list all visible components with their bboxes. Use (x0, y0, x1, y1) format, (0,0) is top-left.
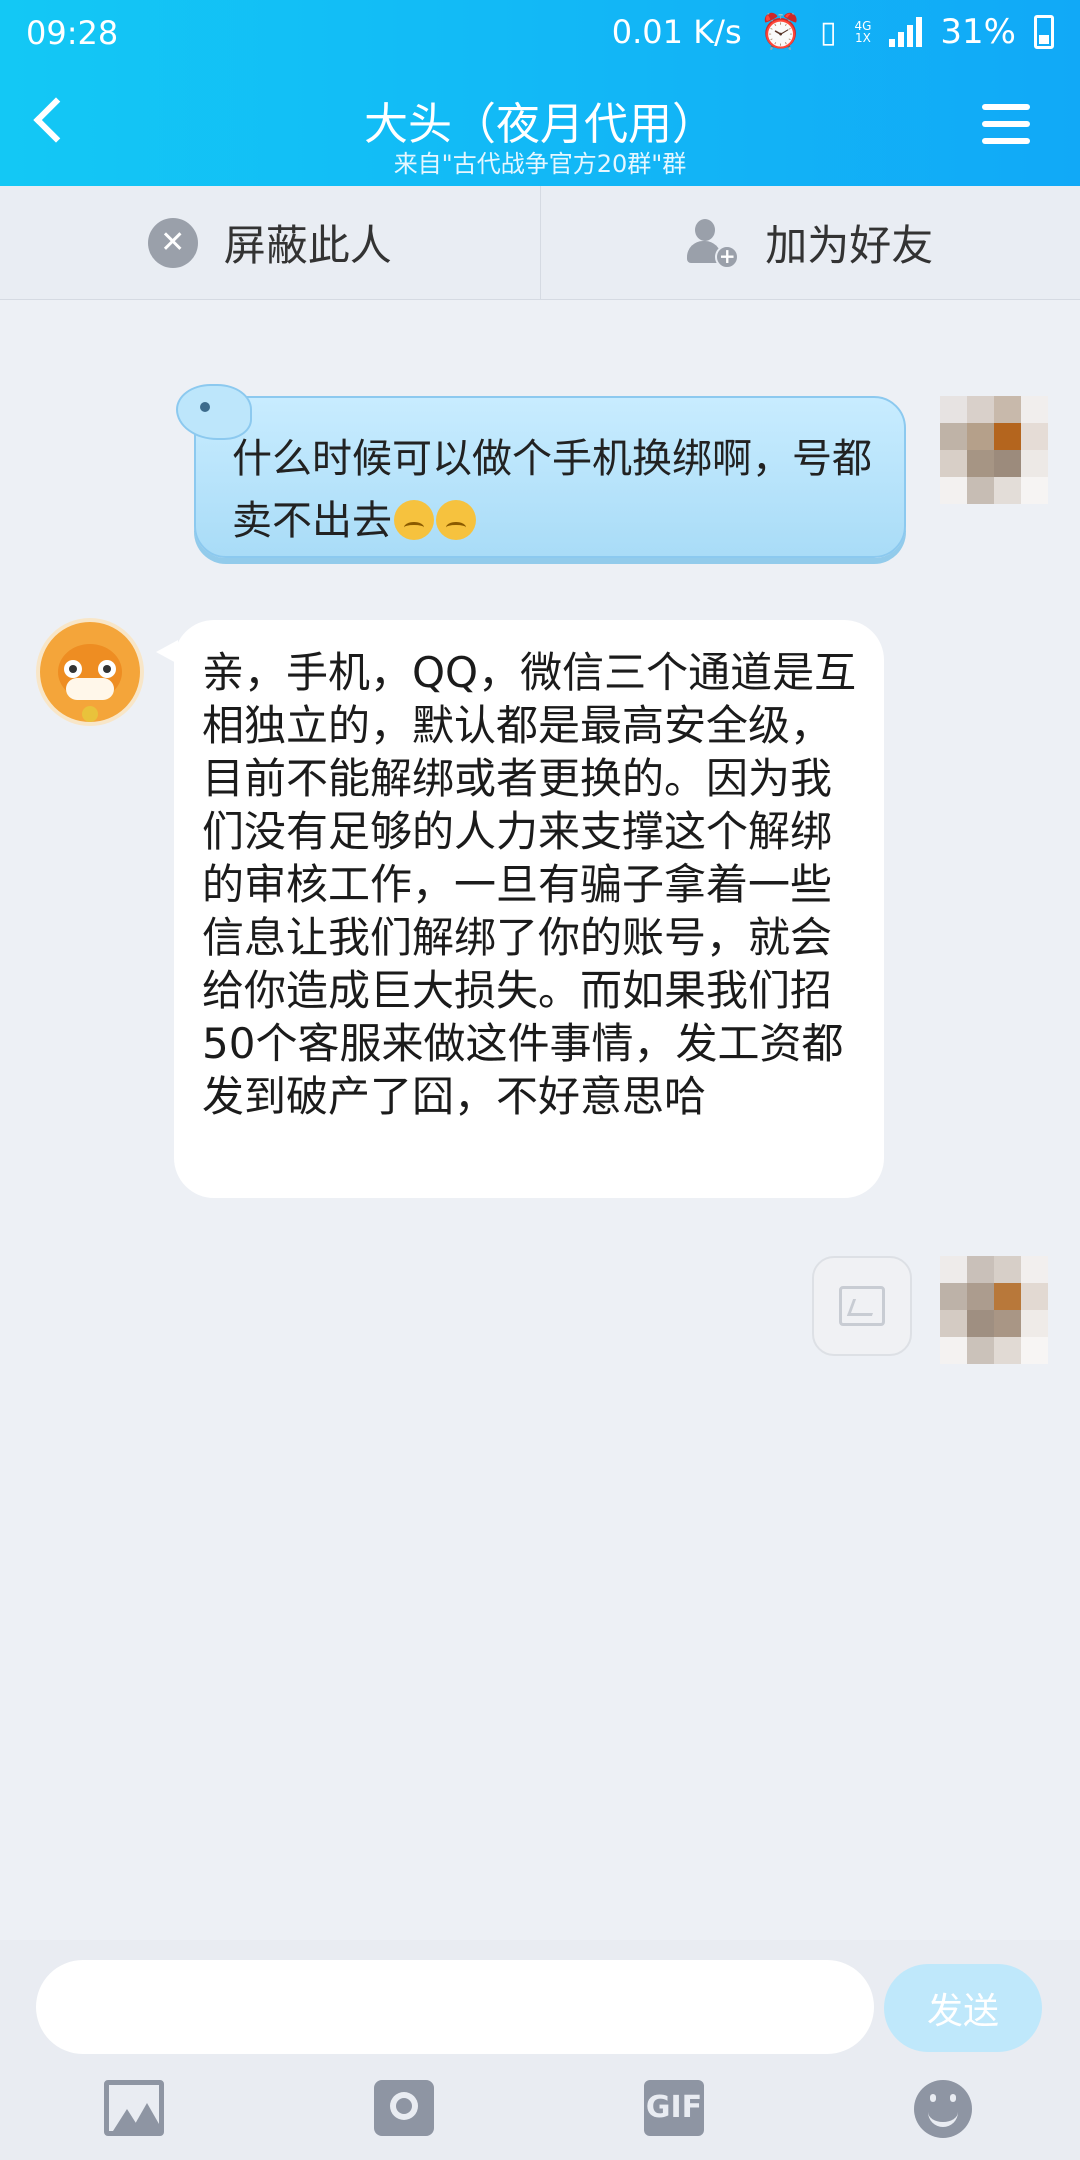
gif-icon[interactable]: GIF (644, 2080, 704, 2136)
add-friend-label: 加为好友 (765, 221, 934, 270)
camera-icon[interactable] (374, 2080, 434, 2136)
page-title: 大头（夜月代用） (364, 99, 716, 150)
block-user-button[interactable]: ✕ 屏蔽此人 (0, 186, 540, 299)
message-input-bar: 发送 GIF (0, 1940, 1080, 2160)
signal-icon (889, 17, 923, 47)
block-user-label: 屏蔽此人 (223, 221, 392, 270)
battery-icon (1034, 15, 1054, 49)
status-right: 0.01 K/s ⏰ ▯ 4G 1X 31% (612, 12, 1054, 52)
page-subtitle: 来自"古代战争官方20群"群 (393, 150, 687, 178)
broken-image-icon (839, 1286, 885, 1326)
my-avatar[interactable] (940, 1256, 1048, 1364)
image-icon[interactable] (104, 2080, 164, 2136)
chat-header: 09:28 0.01 K/s ⏰ ▯ 4G 1X 31% 大头（夜月代用） 来自… (0, 0, 1080, 186)
message-text: 亲，手机，QQ，微信三个通道是互相独立的，默认都是最高安全级，目前不能解绑或者更… (202, 648, 857, 1121)
status-time: 09:28 (26, 14, 119, 52)
outgoing-message-bubble[interactable]: 什么时候可以做个手机换绑啊，号都卖不出去 (176, 384, 906, 558)
alarm-icon: ⏰ (759, 12, 802, 52)
crying-emoji-icon (394, 500, 434, 540)
vibrate-icon: ▯ (819, 14, 837, 50)
net-speed: 0.01 K/s (611, 13, 742, 51)
battery-level: 31% (940, 12, 1016, 52)
input-toolbar: GIF (0, 2070, 1080, 2150)
block-icon: ✕ (147, 217, 198, 268)
outgoing-image-message[interactable] (812, 1256, 912, 1356)
whale-bubble-decoration-icon (176, 384, 252, 440)
stranger-action-bar: ✕ 屏蔽此人 + 加为好友 (0, 186, 1080, 300)
my-avatar[interactable] (940, 396, 1048, 504)
status-bar: 09:28 0.01 K/s ⏰ ▯ 4G 1X 31% (0, 0, 1080, 64)
crying-emoji-icon (436, 500, 476, 540)
add-friend-icon: + (687, 217, 740, 269)
network-type: 4G 1X (854, 19, 872, 45)
incoming-message-bubble[interactable]: 亲，手机，QQ，微信三个通道是互相独立的，默认都是最高安全级，目前不能解绑或者更… (156, 620, 884, 1198)
message-input[interactable] (36, 1960, 874, 2054)
send-button[interactable]: 发送 (884, 1964, 1042, 2052)
add-friend-button[interactable]: + 加为好友 (539, 186, 1080, 299)
hamburger-menu-icon[interactable] (982, 104, 1030, 144)
message-text: 什么时候可以做个手机换绑啊，号都卖不出去 (232, 436, 872, 544)
sender-avatar-tiger[interactable] (36, 618, 144, 726)
emoji-icon[interactable] (914, 2080, 972, 2138)
